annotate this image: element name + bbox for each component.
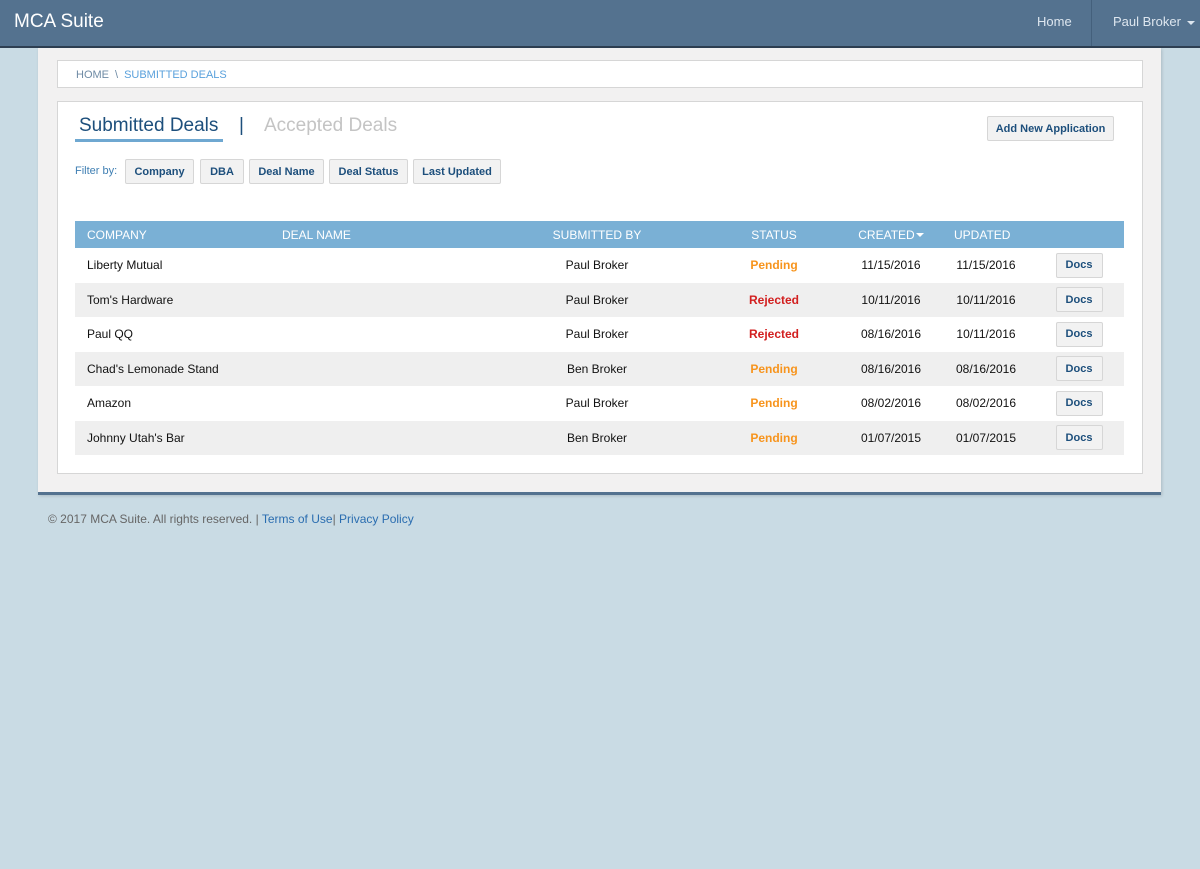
breadcrumb: HOME \ SUBMITTED DEALS <box>57 60 1143 88</box>
cell-updated: 10/11/2016 <box>956 292 1016 307</box>
top-navbar: MCA Suite Home Paul Broker <box>0 0 1200 48</box>
tab-separator: | <box>239 115 244 136</box>
cell-company: Chad's Lemonade Stand <box>87 361 219 376</box>
cell-submitted-by: Paul Broker <box>565 258 629 273</box>
cell-company: Paul QQ <box>87 327 134 342</box>
cell-deal-name <box>282 317 482 352</box>
cell-submitted-by: Ben Broker <box>566 361 628 376</box>
table-row: Paul QQ Paul Broker Rejected 08/16/2016 10/1… <box>75 317 1124 352</box>
table-row: Amazon Paul Broker Pending 08/02/2016 08/02/… <box>75 386 1124 421</box>
cell-status: Pending <box>750 430 798 445</box>
cell-updated: 08/16/2016 <box>955 361 1017 376</box>
add-new-application-button[interactable]: Add New Application <box>987 116 1114 141</box>
cell-status: Rejected <box>748 327 800 342</box>
cell-actions: Docs <box>1026 421 1124 456</box>
filter-deal-name-button[interactable]: Deal Name <box>249 159 324 184</box>
cell-updated: 01/07/2015 <box>955 430 1017 445</box>
column-header-actions <box>1026 221 1124 248</box>
cell-deal-name <box>282 352 482 387</box>
cell-deal-name <box>282 386 482 421</box>
nav-home-link[interactable]: Home <box>1037 14 1072 29</box>
cell-submitted-by: Paul Broker <box>565 396 629 411</box>
cell-submitted-by: Paul Broker <box>565 327 629 342</box>
footer-separator: | <box>332 512 336 526</box>
breadcrumb-separator: \ <box>115 69 119 81</box>
docs-button[interactable]: Docs <box>1055 287 1103 313</box>
docs-button[interactable]: Docs <box>1055 252 1103 278</box>
copyright-text: © 2017 MCA Suite. All rights reserved. <box>48 512 253 526</box>
cell-created: 08/16/2016 <box>860 361 922 376</box>
filter-last-updated-button[interactable]: Last Updated <box>413 159 501 184</box>
breadcrumb-home[interactable]: HOME <box>76 69 109 81</box>
active-tab-indicator <box>75 139 223 142</box>
cell-actions: Docs <box>1026 386 1124 421</box>
footer: © 2017 MCA Suite. All rights reserved. |… <box>48 512 414 526</box>
column-header-submitted-by[interactable]: SUBMITTED BY <box>482 221 712 248</box>
cell-status: Pending <box>750 361 798 376</box>
cell-created: 08/16/2016 <box>860 327 922 342</box>
cell-created: 11/15/2016 <box>861 258 921 273</box>
cell-company: Tom's Hardware <box>87 292 174 307</box>
column-header-created-label: CREATED <box>858 227 915 242</box>
breadcrumb-current: SUBMITTED DEALS <box>124 69 227 81</box>
column-header-created[interactable]: CREATED <box>836 221 946 248</box>
nav-divider <box>1091 0 1092 46</box>
cell-updated: 10/11/2016 <box>956 327 1016 342</box>
cell-company: Amazon <box>87 396 132 411</box>
cell-company: Johnny Utah's Bar <box>87 430 185 445</box>
cell-company: Liberty Mutual <box>87 258 163 273</box>
cell-actions: Docs <box>1026 248 1124 283</box>
cell-created: 10/11/2016 <box>861 292 921 307</box>
filter-company-button[interactable]: Company <box>125 159 194 184</box>
table-row: Liberty Mutual Paul Broker Pending 11/15/20… <box>75 248 1124 283</box>
page-container: HOME \ SUBMITTED DEALS Submitted Deals | A… <box>38 48 1161 495</box>
docs-button[interactable]: Docs <box>1055 425 1103 451</box>
column-header-updated[interactable]: UPDATED <box>946 221 1026 248</box>
cell-status: Pending <box>750 258 798 273</box>
table-row: Tom's Hardware Paul Broker Rejected 10/11/2… <box>75 282 1124 318</box>
user-menu-label: Paul Broker <box>1113 14 1181 29</box>
cell-deal-name <box>282 421 482 456</box>
column-header-deal-name[interactable]: DEAL NAME <box>282 221 482 248</box>
cell-actions: Docs <box>1026 317 1124 352</box>
docs-button[interactable]: Docs <box>1055 390 1103 416</box>
cell-created: 01/07/2015 <box>860 430 922 445</box>
column-header-status[interactable]: STATUS <box>712 221 836 248</box>
cell-status: Pending <box>750 396 798 411</box>
filter-label: Filter by: <box>75 165 118 177</box>
footer-separator: | <box>255 512 259 526</box>
cell-deal-name <box>282 283 482 318</box>
table-row: Chad's Lemonade Stand Ben Broker Pending 08… <box>75 351 1124 387</box>
cell-deal-name <box>282 248 482 283</box>
cell-submitted-by: Ben Broker <box>566 430 628 445</box>
deals-table: COMPANY DEAL NAME SUBMITTED BY STATUS CR… <box>75 221 1124 455</box>
deals-panel: Submitted Deals | Accepted Deals Add New… <box>57 101 1143 474</box>
docs-button[interactable]: Docs <box>1055 356 1103 382</box>
docs-button[interactable]: Docs <box>1055 321 1103 347</box>
brand-logo[interactable]: MCA Suite <box>14 11 104 33</box>
filter-deal-status-button[interactable]: Deal Status <box>329 159 408 184</box>
terms-of-use-link[interactable]: Terms of Use <box>262 512 333 526</box>
filter-dba-button[interactable]: DBA <box>200 159 244 184</box>
cell-submitted-by: Paul Broker <box>565 292 629 307</box>
user-menu[interactable]: Paul Broker <box>1113 14 1195 29</box>
sort-descending-icon <box>915 233 924 238</box>
cell-updated: 08/02/2016 <box>955 396 1017 411</box>
cell-actions: Docs <box>1026 283 1124 318</box>
cell-updated: 11/15/2016 <box>956 258 1016 273</box>
cell-created: 08/02/2016 <box>860 396 922 411</box>
privacy-policy-link[interactable]: Privacy Policy <box>339 512 414 526</box>
column-header-company[interactable]: COMPANY <box>75 221 282 248</box>
tab-submitted-deals[interactable]: Submitted Deals <box>79 115 221 140</box>
table-header-row: COMPANY DEAL NAME SUBMITTED BY STATUS CR… <box>75 221 1124 248</box>
table-row: Johnny Utah's Bar Ben Broker Pending 01/07/… <box>75 420 1124 456</box>
tab-accepted-deals[interactable]: Accepted Deals <box>264 115 397 137</box>
cell-actions: Docs <box>1026 352 1124 387</box>
cell-status: Rejected <box>748 292 800 307</box>
caret-down-icon <box>1186 20 1195 25</box>
